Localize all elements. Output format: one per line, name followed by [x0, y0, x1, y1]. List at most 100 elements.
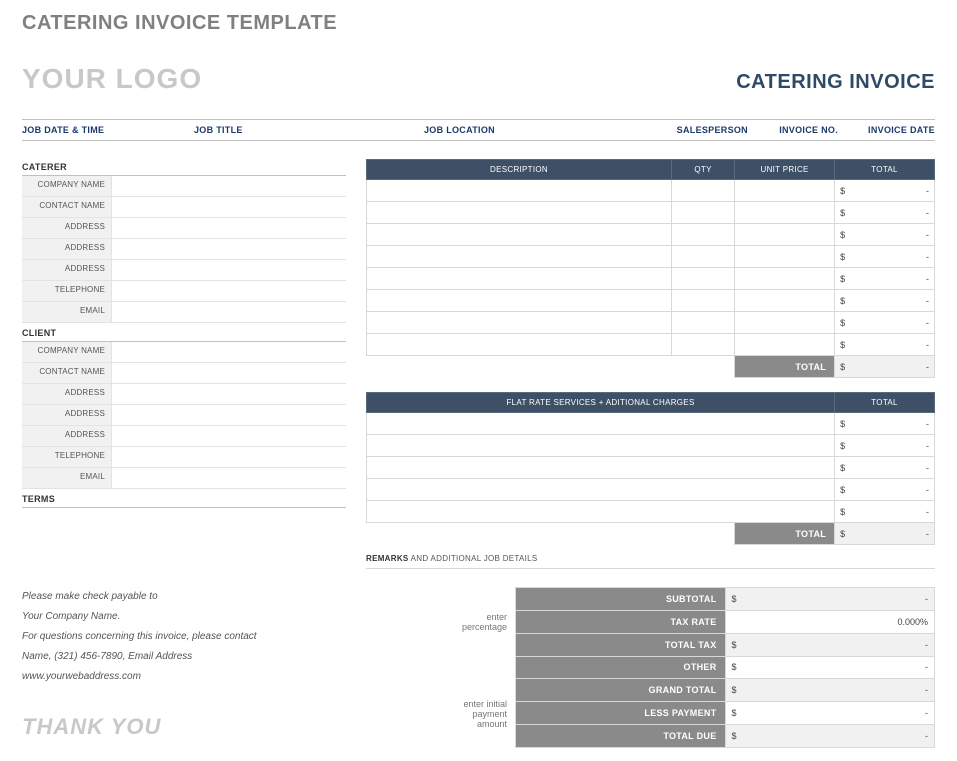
- remarks-heading: REMARKS AND ADDITIONAL JOB DETAILS: [366, 549, 935, 569]
- cell-service[interactable]: [367, 413, 835, 435]
- cell-qty[interactable]: [672, 290, 735, 312]
- field-value[interactable]: [112, 447, 346, 467]
- items-header-qty: QTY: [672, 160, 735, 180]
- cell-unit-price[interactable]: [735, 202, 835, 224]
- cell-unit-price[interactable]: [735, 334, 835, 356]
- cell-qty[interactable]: [672, 224, 735, 246]
- web-address: www.yourwebaddress.com: [22, 667, 462, 687]
- items-header-unit-price: UNIT PRICE: [735, 160, 835, 180]
- cell-service[interactable]: [367, 457, 835, 479]
- field-value[interactable]: [112, 239, 346, 259]
- jobmeta-location: JOB LOCATION: [424, 120, 656, 140]
- field-row: COMPANY NAME: [22, 342, 346, 363]
- logo-placeholder: YOUR LOGO: [22, 63, 202, 95]
- items-total-value: -: [926, 362, 929, 372]
- field-value[interactable]: [112, 426, 346, 446]
- cell-unit-price[interactable]: [735, 224, 835, 246]
- summary-hint: [485, 656, 493, 679]
- cell-description[interactable]: [367, 290, 672, 312]
- field-label: CONTACT NAME: [22, 197, 112, 217]
- summary-hint: enter percentage: [462, 610, 515, 633]
- cell-total: $-: [835, 501, 935, 523]
- cell-description[interactable]: [367, 202, 672, 224]
- cell-qty[interactable]: [672, 312, 735, 334]
- cell-qty[interactable]: [672, 334, 735, 356]
- cell-description[interactable]: [367, 312, 672, 334]
- field-value[interactable]: [112, 405, 346, 425]
- cell-total: $-: [835, 268, 935, 290]
- items-total-currency: $: [840, 362, 845, 372]
- field-row: ADDRESS: [22, 260, 346, 281]
- cell-description[interactable]: [367, 268, 672, 290]
- field-value[interactable]: [112, 302, 346, 322]
- field-label: COMPANY NAME: [22, 176, 112, 196]
- field-row: COMPANY NAME: [22, 176, 346, 197]
- cell-qty[interactable]: [672, 246, 735, 268]
- document-title: CATERING INVOICE: [736, 71, 935, 94]
- summary-value[interactable]: $-: [725, 702, 934, 725]
- field-row: ADDRESS: [22, 384, 346, 405]
- cell-total: $-: [835, 246, 935, 268]
- field-row: TELEPHONE: [22, 281, 346, 302]
- cell-qty[interactable]: [672, 180, 735, 202]
- field-value[interactable]: [112, 281, 346, 301]
- cell-total: $-: [835, 202, 935, 224]
- cell-qty[interactable]: [672, 268, 735, 290]
- cell-qty[interactable]: [672, 202, 735, 224]
- cell-unit-price[interactable]: [735, 268, 835, 290]
- field-label: EMAIL: [22, 468, 112, 488]
- flat-rate-table: FLAT RATE SERVICES + ADITIONAL CHARGES T…: [366, 392, 935, 545]
- cell-description[interactable]: [367, 180, 672, 202]
- jobmeta-invoice-no: INVOICE NO.: [758, 120, 848, 140]
- terms-section: TERMS: [22, 491, 346, 508]
- cell-service[interactable]: [367, 435, 835, 457]
- summary-label: LESS PAYMENT: [516, 702, 725, 725]
- field-row: ADDRESS: [22, 426, 346, 447]
- cell-description[interactable]: [367, 246, 672, 268]
- cell-unit-price[interactable]: [735, 246, 835, 268]
- header-row: YOUR LOGO CATERING INVOICE: [22, 63, 935, 95]
- cell-service[interactable]: [367, 501, 835, 523]
- field-value[interactable]: [112, 363, 346, 383]
- table-row: $-: [367, 479, 935, 501]
- summary-label: GRAND TOTAL: [516, 679, 725, 702]
- field-value[interactable]: [112, 218, 346, 238]
- table-row: $-: [367, 180, 935, 202]
- cell-unit-price[interactable]: [735, 312, 835, 334]
- items-header-description: DESCRIPTION: [367, 160, 672, 180]
- cell-service[interactable]: [367, 479, 835, 501]
- items-total-label: TOTAL: [735, 356, 835, 378]
- cell-total: $-: [835, 479, 935, 501]
- field-row: ADDRESS: [22, 218, 346, 239]
- field-value[interactable]: [112, 260, 346, 280]
- summary-value[interactable]: $-: [725, 656, 934, 679]
- summary-row: TOTAL DUE$-: [516, 725, 935, 748]
- table-row: $-: [367, 224, 935, 246]
- items-table: DESCRIPTION QTY UNIT PRICE TOTAL $-$-$-$…: [366, 159, 935, 378]
- summary-value: $-: [725, 588, 934, 611]
- caterer-section: CATERER: [22, 159, 346, 176]
- table-row: $-: [367, 268, 935, 290]
- field-value[interactable]: [112, 468, 346, 488]
- cell-description[interactable]: [367, 334, 672, 356]
- summary-hint: [485, 633, 493, 656]
- cell-unit-price[interactable]: [735, 180, 835, 202]
- table-row: $-: [367, 334, 935, 356]
- field-value[interactable]: [112, 384, 346, 404]
- field-label: CONTACT NAME: [22, 363, 112, 383]
- cell-unit-price[interactable]: [735, 290, 835, 312]
- client-fields: COMPANY NAMECONTACT NAMEADDRESSADDRESSAD…: [22, 342, 346, 489]
- summary-label: TOTAL TAX: [516, 633, 725, 656]
- field-value[interactable]: [112, 197, 346, 217]
- field-label: ADDRESS: [22, 405, 112, 425]
- field-row: CONTACT NAME: [22, 197, 346, 218]
- cell-description[interactable]: [367, 224, 672, 246]
- payable-to: Please make check payable to: [22, 587, 462, 607]
- field-value[interactable]: [112, 342, 346, 362]
- page-title: CATERING INVOICE TEMPLATE: [22, 12, 935, 35]
- summary-value: $-: [725, 679, 934, 702]
- flat-total-currency: $: [840, 529, 845, 539]
- summary-row: LESS PAYMENT$-: [516, 702, 935, 725]
- summary-value[interactable]: 0.000%: [725, 610, 934, 633]
- field-value[interactable]: [112, 176, 346, 196]
